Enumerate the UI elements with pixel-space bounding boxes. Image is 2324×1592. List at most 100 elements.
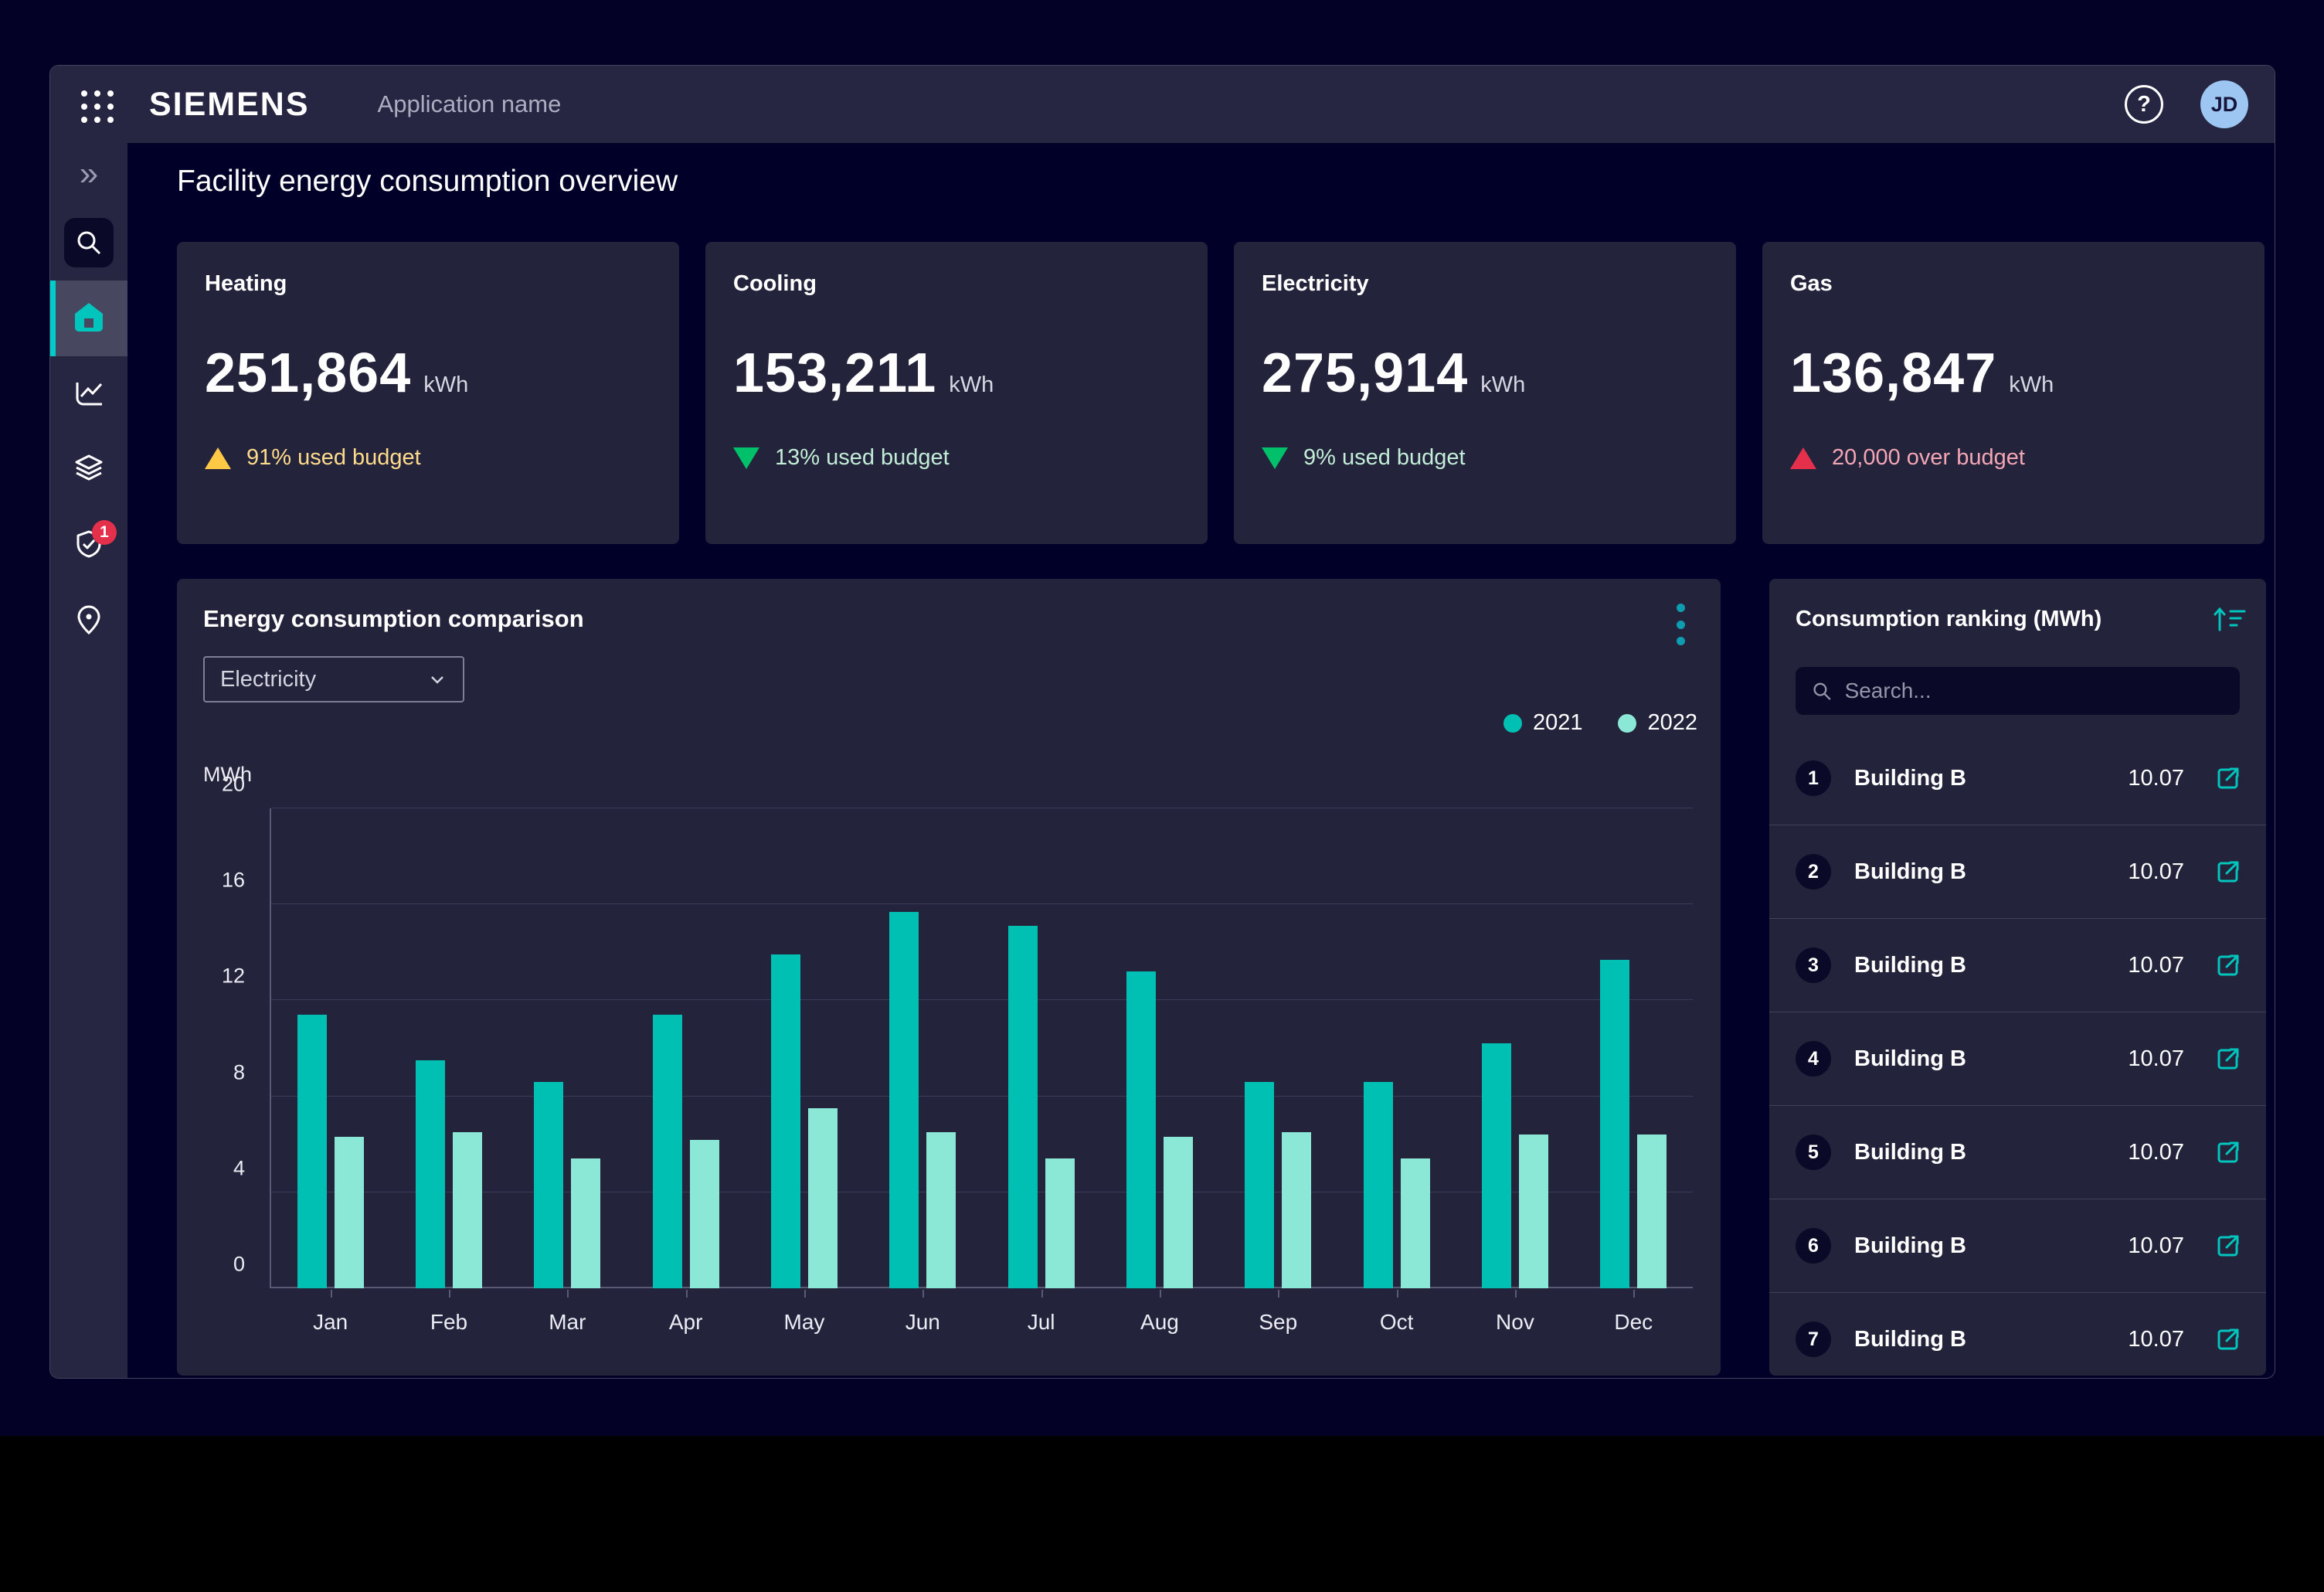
building-name: Building B bbox=[1854, 1140, 1966, 1165]
ranking-title: Consumption ranking (MWh) bbox=[1796, 607, 2101, 632]
x-axis-label: Apr bbox=[627, 1310, 745, 1335]
external-link-icon[interactable] bbox=[2214, 951, 2243, 980]
bar-group-may: May bbox=[745, 808, 863, 1288]
ranking-row: 6 Building B 10.07 bbox=[1769, 1199, 2266, 1293]
kpi-card: Electricity 275,914 kWh 9% used budget bbox=[1234, 242, 1736, 544]
bar-2022-feb bbox=[453, 1132, 482, 1288]
external-link-icon[interactable] bbox=[2214, 1325, 2243, 1354]
sort-icon[interactable] bbox=[2212, 604, 2246, 638]
bar-group-dec: Dec bbox=[1575, 808, 1693, 1288]
bar-2021-oct bbox=[1364, 1082, 1393, 1288]
page-title: Facility energy consumption overview bbox=[177, 165, 678, 199]
bar-2021-aug bbox=[1126, 971, 1156, 1288]
x-axis-label: Nov bbox=[1456, 1310, 1574, 1335]
bar-group-aug: Aug bbox=[1100, 808, 1218, 1288]
consumption-value: 10.07 bbox=[2128, 1046, 2184, 1072]
sidebar-item-search[interactable] bbox=[50, 205, 127, 281]
sidebar-item-locations[interactable] bbox=[50, 583, 127, 659]
rank-number-badge: 1 bbox=[1796, 760, 1831, 796]
notification-badge: 1 bbox=[92, 520, 117, 545]
building-name: Building B bbox=[1854, 1327, 1966, 1352]
bar-group-sep: Sep bbox=[1219, 808, 1337, 1288]
trend-triangle-icon bbox=[1262, 447, 1288, 469]
bar-2022-jun bbox=[926, 1132, 956, 1288]
kpi-value: 275,914 bbox=[1262, 342, 1468, 405]
sidebar-item-trends[interactable] bbox=[50, 356, 127, 432]
external-link-icon[interactable] bbox=[2214, 1044, 2243, 1073]
energy-comparison-card: Energy consumption comparison Electricit… bbox=[177, 579, 1721, 1376]
home-icon bbox=[71, 299, 107, 338]
kpi-title: Cooling bbox=[733, 271, 1180, 297]
legend-dot-2021 bbox=[1503, 714, 1522, 733]
kpi-unit: kWh bbox=[1480, 372, 1525, 398]
location-pin-icon bbox=[72, 603, 106, 641]
bar-group-feb: Feb bbox=[389, 808, 508, 1288]
bar-2021-nov bbox=[1482, 1043, 1511, 1288]
consumption-value: 10.07 bbox=[2128, 859, 2184, 885]
bar-2022-dec bbox=[1637, 1134, 1667, 1288]
rank-number-badge: 2 bbox=[1796, 854, 1831, 890]
bar-2022-mar bbox=[571, 1158, 600, 1288]
kpi-title: Electricity bbox=[1262, 271, 1708, 297]
bar-2021-sep bbox=[1245, 1082, 1274, 1288]
bar-2022-jan bbox=[335, 1137, 364, 1288]
search-input[interactable] bbox=[1845, 679, 2224, 703]
energy-type-dropdown[interactable]: Electricity bbox=[203, 656, 464, 702]
application-name: Application name bbox=[378, 90, 562, 118]
kpi-unit: kWh bbox=[2009, 372, 2054, 398]
legend-label-2021: 2021 bbox=[1533, 710, 1583, 736]
legend-dot-2022 bbox=[1618, 714, 1636, 733]
bar-2022-nov bbox=[1519, 1134, 1548, 1288]
sidebar-item-layers[interactable] bbox=[50, 432, 127, 508]
kebab-menu-icon[interactable] bbox=[1663, 599, 1697, 650]
external-link-icon[interactable] bbox=[2214, 764, 2243, 793]
trend-chart-icon bbox=[72, 376, 106, 413]
ranking-row: 1 Building B 10.07 bbox=[1769, 732, 2266, 825]
kpi-card: Gas 136,847 kWh 20,000 over budget bbox=[1762, 242, 2265, 544]
kpi-status-text: 9% used budget bbox=[1303, 445, 1466, 471]
consumption-value: 10.07 bbox=[2128, 953, 2184, 978]
legend-label-2022: 2022 bbox=[1647, 710, 1697, 736]
bar-2021-may bbox=[771, 954, 800, 1288]
consumption-ranking-card: Consumption ranking (MWh) 1 Building B 1… bbox=[1769, 579, 2266, 1376]
external-link-icon[interactable] bbox=[2214, 1231, 2243, 1260]
building-name: Building B bbox=[1854, 859, 1966, 885]
sidebar-expand-button[interactable]: » bbox=[50, 143, 127, 205]
kpi-card: Cooling 153,211 kWh 13% used budget bbox=[705, 242, 1208, 544]
y-axis-tick: 8 bbox=[233, 1060, 245, 1084]
bar-group-mar: Mar bbox=[508, 808, 627, 1288]
bar-group-jan: Jan bbox=[271, 808, 389, 1288]
bar-2021-dec bbox=[1600, 960, 1629, 1288]
siemens-logo: SIEMENS bbox=[149, 86, 310, 124]
x-axis-label: Jun bbox=[864, 1310, 982, 1335]
user-avatar[interactable]: JD bbox=[2200, 80, 2248, 128]
app-launcher-icon[interactable] bbox=[76, 86, 114, 123]
help-icon[interactable]: ? bbox=[2125, 85, 2163, 124]
expand-icon: » bbox=[80, 157, 98, 191]
external-link-icon[interactable] bbox=[2214, 1138, 2243, 1167]
chart-title: Energy consumption comparison bbox=[203, 605, 584, 633]
rank-number-badge: 5 bbox=[1796, 1134, 1831, 1170]
sidebar-item-compliance[interactable]: 1 bbox=[50, 508, 127, 583]
legend-item-2021[interactable]: 2021 bbox=[1503, 710, 1583, 736]
building-name: Building B bbox=[1854, 766, 1966, 791]
chart-legend: 2021 2022 bbox=[1503, 710, 1697, 736]
x-axis-label: Jul bbox=[982, 1310, 1100, 1335]
bar-2022-sep bbox=[1282, 1132, 1311, 1288]
kpi-status-text: 13% used budget bbox=[775, 445, 950, 471]
x-axis-label: Mar bbox=[508, 1310, 627, 1335]
bar-group-jul: Jul bbox=[982, 808, 1100, 1288]
y-axis-tick: 12 bbox=[222, 964, 245, 988]
x-axis-label: Jan bbox=[271, 1310, 389, 1335]
rank-number-badge: 6 bbox=[1796, 1228, 1831, 1264]
app-header: SIEMENS Application name ? JD bbox=[50, 66, 2275, 143]
bar-2022-jul bbox=[1045, 1158, 1075, 1288]
x-axis-label: Aug bbox=[1100, 1310, 1218, 1335]
bar-group-nov: Nov bbox=[1456, 808, 1574, 1288]
consumption-value: 10.07 bbox=[2128, 1140, 2184, 1165]
legend-item-2022[interactable]: 2022 bbox=[1618, 710, 1697, 736]
bar-2022-aug bbox=[1164, 1137, 1193, 1288]
plot-area: 048121620JanFebMarAprMayJunJulAugSepOctN… bbox=[270, 808, 1693, 1288]
sidebar-item-home[interactable] bbox=[50, 281, 127, 356]
external-link-icon[interactable] bbox=[2214, 857, 2243, 886]
